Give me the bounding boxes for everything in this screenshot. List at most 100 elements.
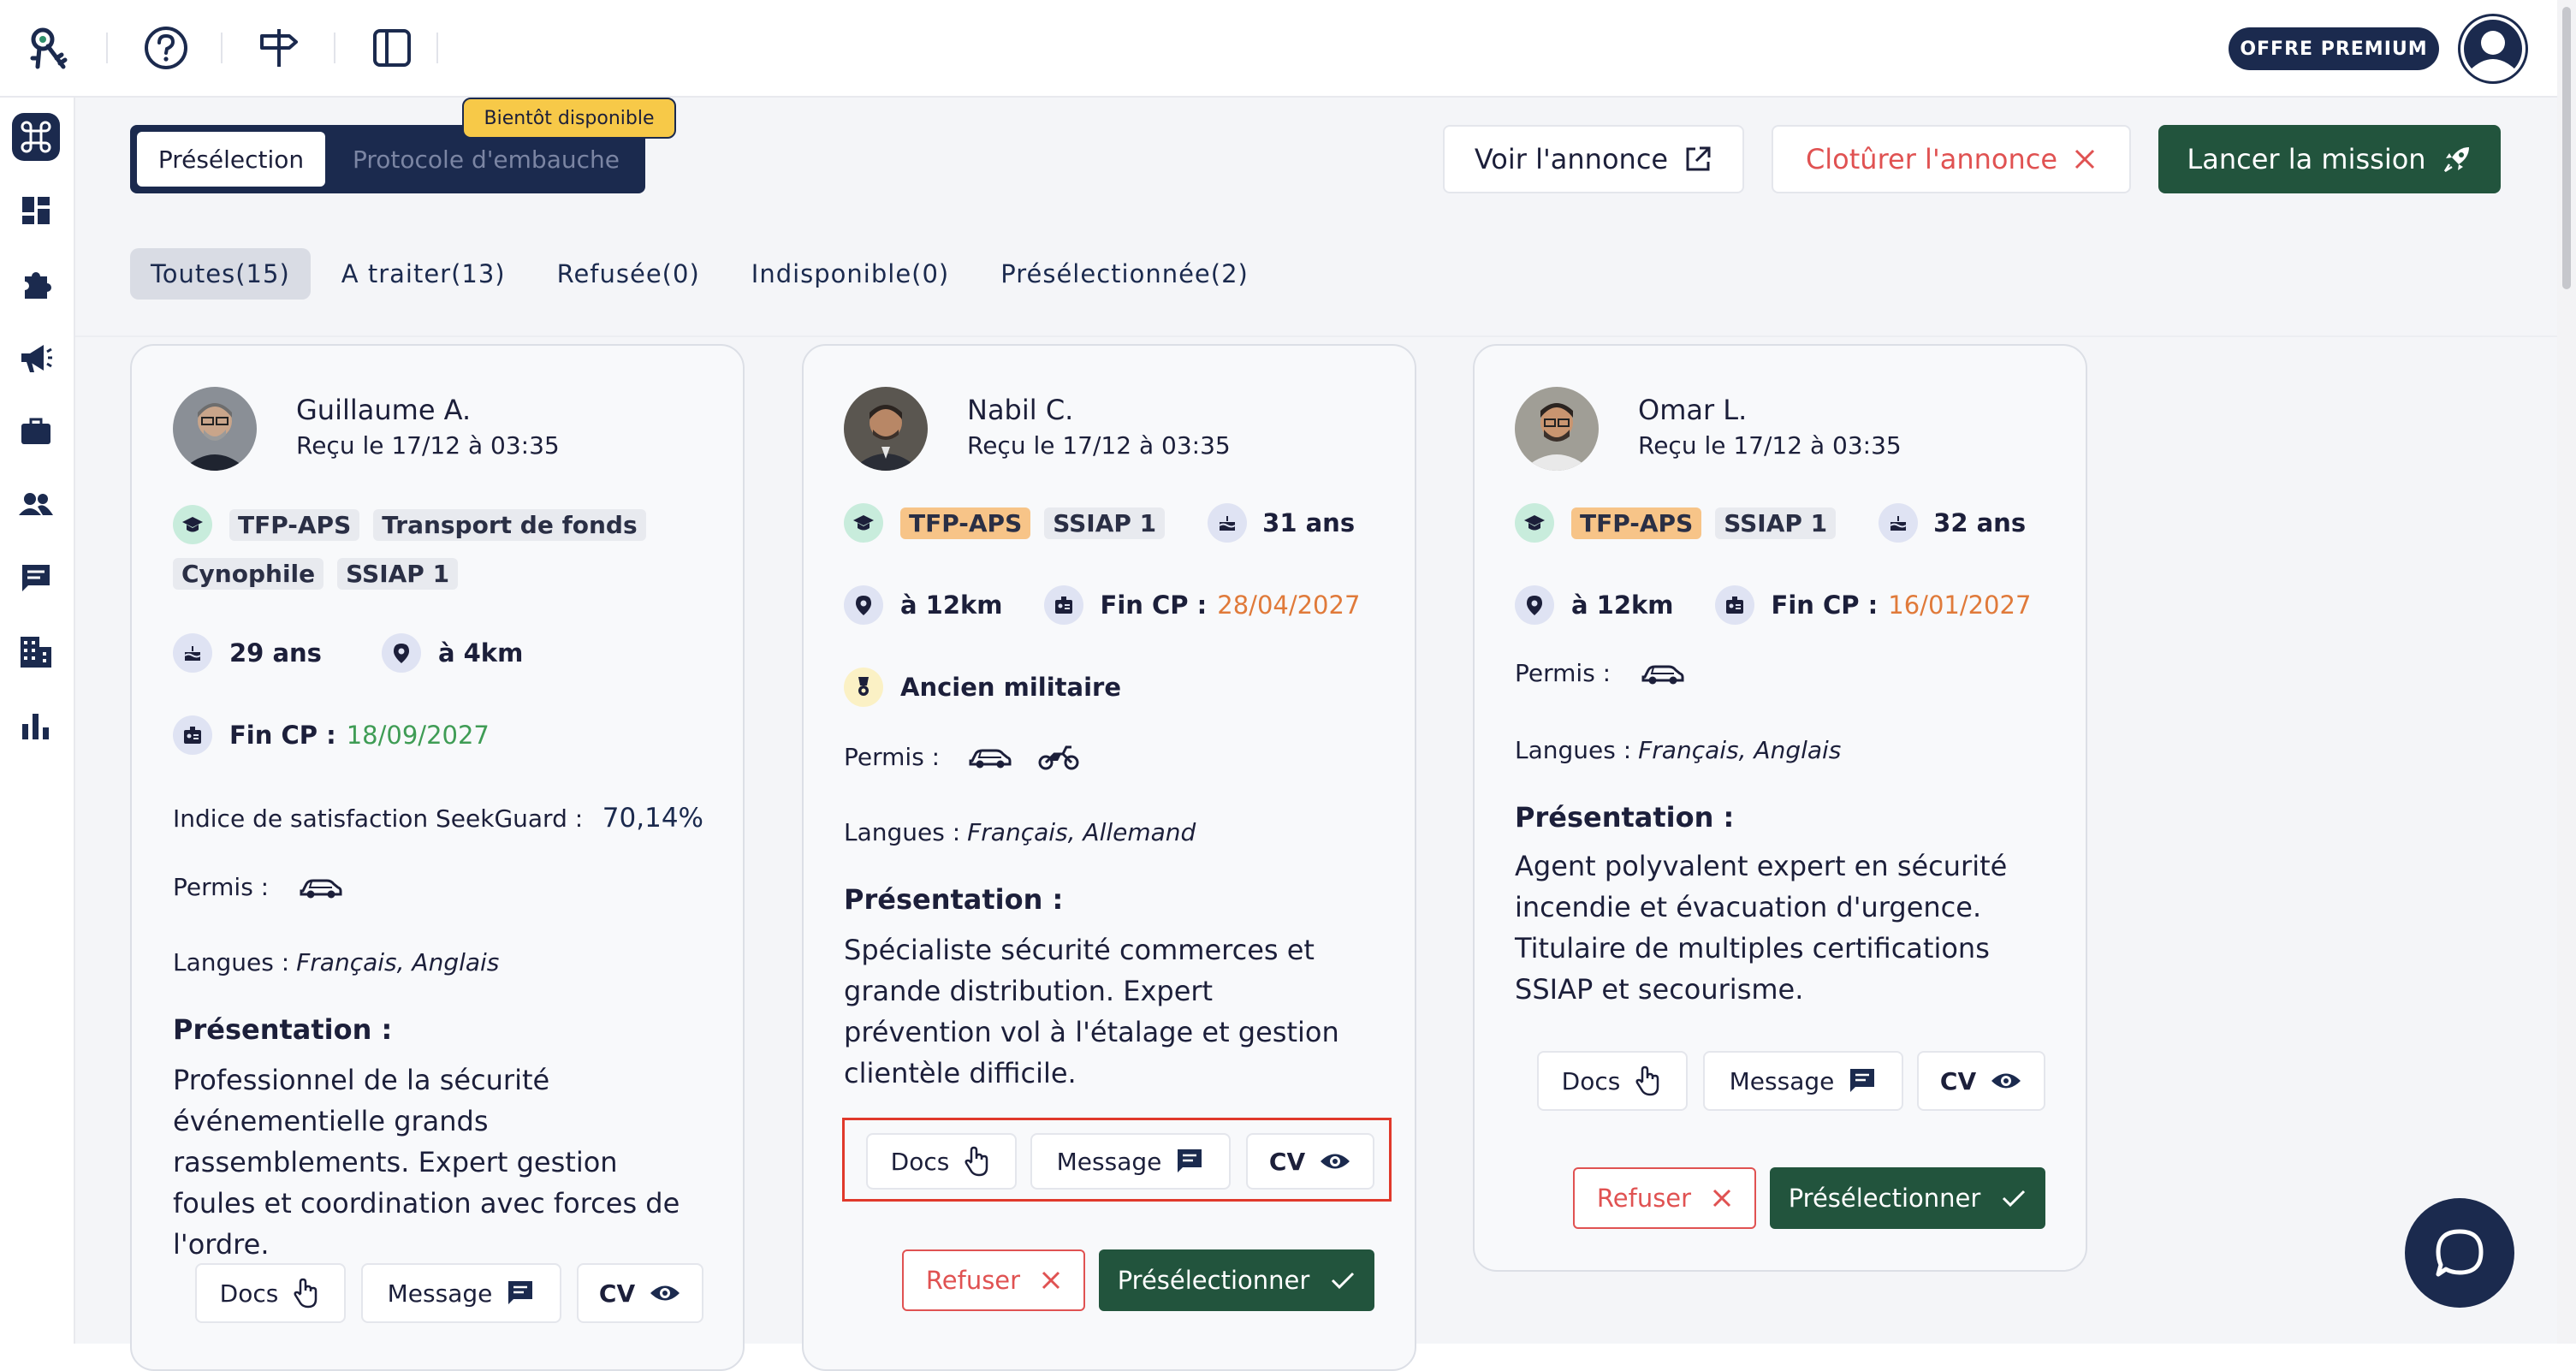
help-circle-icon[interactable] xyxy=(140,22,192,74)
sidebar-panel-icon[interactable] xyxy=(366,22,418,74)
graduation-cap-icon xyxy=(1515,503,1554,543)
langues-row: Langues : Français, Anglais xyxy=(173,948,499,976)
filter-a-traiter[interactable]: A traiter(13) xyxy=(321,248,526,300)
voir-annonce-button[interactable]: Voir l'annonce xyxy=(1443,125,1744,193)
user-avatar-icon[interactable] xyxy=(2458,14,2528,84)
fin-cp-row: Fin CP : 18/09/2027 xyxy=(173,715,490,755)
age-value: 32 ans xyxy=(1933,508,2027,537)
graduation-cap-icon xyxy=(844,503,883,543)
separator xyxy=(334,33,335,63)
docs-button[interactable]: Docs xyxy=(866,1133,1017,1190)
briefcase-icon[interactable] xyxy=(12,407,60,455)
filter-refusee[interactable]: Refusée(0) xyxy=(537,248,721,300)
puzzle-icon[interactable] xyxy=(12,260,60,308)
cv-button[interactable]: CV xyxy=(1246,1133,1374,1190)
coming-soon-badge: Bientôt disponible xyxy=(462,98,676,139)
satisfaction-row: Indice de satisfaction SeekGuard : 70,14… xyxy=(173,803,703,834)
permis-row: Permis : xyxy=(844,743,1080,771)
distance-fincp-row: à 12km Fin CP : 28/04/2027 xyxy=(844,585,1360,625)
filter-indisponible[interactable]: Indisponible(0) xyxy=(731,248,970,300)
message-button[interactable]: Message xyxy=(1030,1133,1231,1190)
langues-value: Français, Anglais xyxy=(296,948,500,976)
check-icon xyxy=(1332,1272,1355,1290)
close-icon xyxy=(1042,1271,1060,1290)
presentation-text: Spécialiste sécurité commerces et grande… xyxy=(844,934,1339,1089)
preselectionner-label: Présélectionner xyxy=(1117,1266,1310,1295)
langues-row: Langues : Français, Anglais xyxy=(1515,736,1841,764)
distance-fincp-row: à 12km Fin CP : 16/01/2027 xyxy=(1515,585,2031,625)
candidate-photo xyxy=(173,387,257,471)
building-icon[interactable] xyxy=(12,628,60,676)
bar-chart-icon[interactable] xyxy=(12,702,60,750)
lancer-mission-button[interactable]: Lancer la mission xyxy=(2158,125,2501,193)
cake-icon xyxy=(1879,503,1919,543)
langues-row: Langues : Français, Allemand xyxy=(844,818,1196,846)
car-icon xyxy=(1641,665,1684,684)
preselectionner-button[interactable]: Présélectionner xyxy=(1770,1167,2045,1229)
megaphone-icon[interactable] xyxy=(12,334,60,382)
filter-toutes[interactable]: Toutes(15) xyxy=(130,248,311,300)
signpost-icon[interactable] xyxy=(253,22,305,74)
premium-button[interactable]: OFFRE PREMIUM xyxy=(2229,27,2439,70)
id-badge-icon xyxy=(1714,585,1754,625)
candidate-photo xyxy=(1515,387,1599,471)
satisfaction-value: 70,14% xyxy=(602,803,703,834)
langues-label: Langues : xyxy=(173,948,290,976)
close-icon xyxy=(2074,149,2095,169)
car-icon xyxy=(969,749,1012,768)
distance-value: à 12km xyxy=(1571,591,1674,620)
langues-value: Français, Anglais xyxy=(1638,736,1842,764)
command-icon[interactable] xyxy=(12,113,60,161)
people-icon[interactable] xyxy=(12,481,60,529)
tab-preselection[interactable]: Présélection xyxy=(137,132,325,187)
message-label: Message xyxy=(1729,1066,1835,1095)
message-icon xyxy=(1850,1069,1875,1092)
fin-cp-date: 16/01/2027 xyxy=(1888,591,2032,620)
keys-logo-icon[interactable] xyxy=(26,22,77,74)
presentation-title: Présentation : xyxy=(173,1013,393,1046)
distance-value: à 12km xyxy=(900,591,1003,620)
dashboard-icon[interactable] xyxy=(12,187,60,234)
cv-button[interactable]: CV xyxy=(1917,1051,2045,1111)
chat-support-button[interactable] xyxy=(2405,1198,2514,1308)
eye-icon xyxy=(1321,1154,1350,1169)
motorcycle-icon xyxy=(1038,745,1079,769)
langues-label: Langues : xyxy=(844,818,961,846)
hand-pointer-icon xyxy=(294,1278,318,1309)
top-bar: OFFRE PREMIUM xyxy=(0,0,2557,98)
docs-label: Docs xyxy=(219,1279,279,1308)
cloturer-annonce-button[interactable]: Clotûrer l'annonce xyxy=(1772,125,2131,193)
eye-icon xyxy=(1991,1073,2021,1089)
cake-icon xyxy=(173,633,212,673)
docs-button[interactable]: Docs xyxy=(1537,1051,1688,1111)
message-icon xyxy=(508,1281,533,1304)
chat-icon[interactable] xyxy=(12,555,60,602)
car-icon xyxy=(300,879,342,898)
refuser-button[interactable]: Refuser xyxy=(1573,1167,1756,1229)
preselectionner-button[interactable]: Présélectionner xyxy=(1099,1249,1374,1311)
docs-button[interactable]: Docs xyxy=(195,1263,346,1323)
external-link-icon xyxy=(1686,146,1711,171)
scrollbar-thumb[interactable] xyxy=(2562,7,2571,289)
permis-label: Permis : xyxy=(1515,659,1611,687)
satisfaction-label: Indice de satisfaction SeekGuard : xyxy=(173,804,584,833)
received-date: Reçu le 17/12 à 03:35 xyxy=(296,431,560,460)
refuser-button[interactable]: Refuser xyxy=(902,1249,1085,1311)
tags-row: Cynophile SSIAP 1 xyxy=(173,558,459,590)
age-value: 31 ans xyxy=(1262,508,1356,537)
tag: Cynophile xyxy=(173,558,324,590)
candidate-name: Guillaume A. xyxy=(296,394,472,426)
tag: Transport de fonds xyxy=(373,508,646,541)
permis-row: Permis : xyxy=(1515,659,1684,687)
message-button[interactable]: Message xyxy=(1703,1051,1903,1111)
eye-icon xyxy=(650,1285,680,1301)
tags-row: TFP-APS SSIAP 1 31 ans xyxy=(844,503,1355,543)
cv-button[interactable]: CV xyxy=(577,1263,703,1323)
preselectionner-label: Présélectionner xyxy=(1788,1184,1981,1213)
filter-preselectionnee[interactable]: Présélectionnée(2) xyxy=(980,248,1269,300)
rocket-icon xyxy=(2443,147,2469,173)
message-button[interactable]: Message xyxy=(361,1263,561,1323)
tab-protocole-embauche[interactable]: Protocole d'embauche xyxy=(334,132,638,187)
candidate-photo xyxy=(844,387,928,471)
fin-cp-date: 28/04/2027 xyxy=(1217,591,1361,620)
